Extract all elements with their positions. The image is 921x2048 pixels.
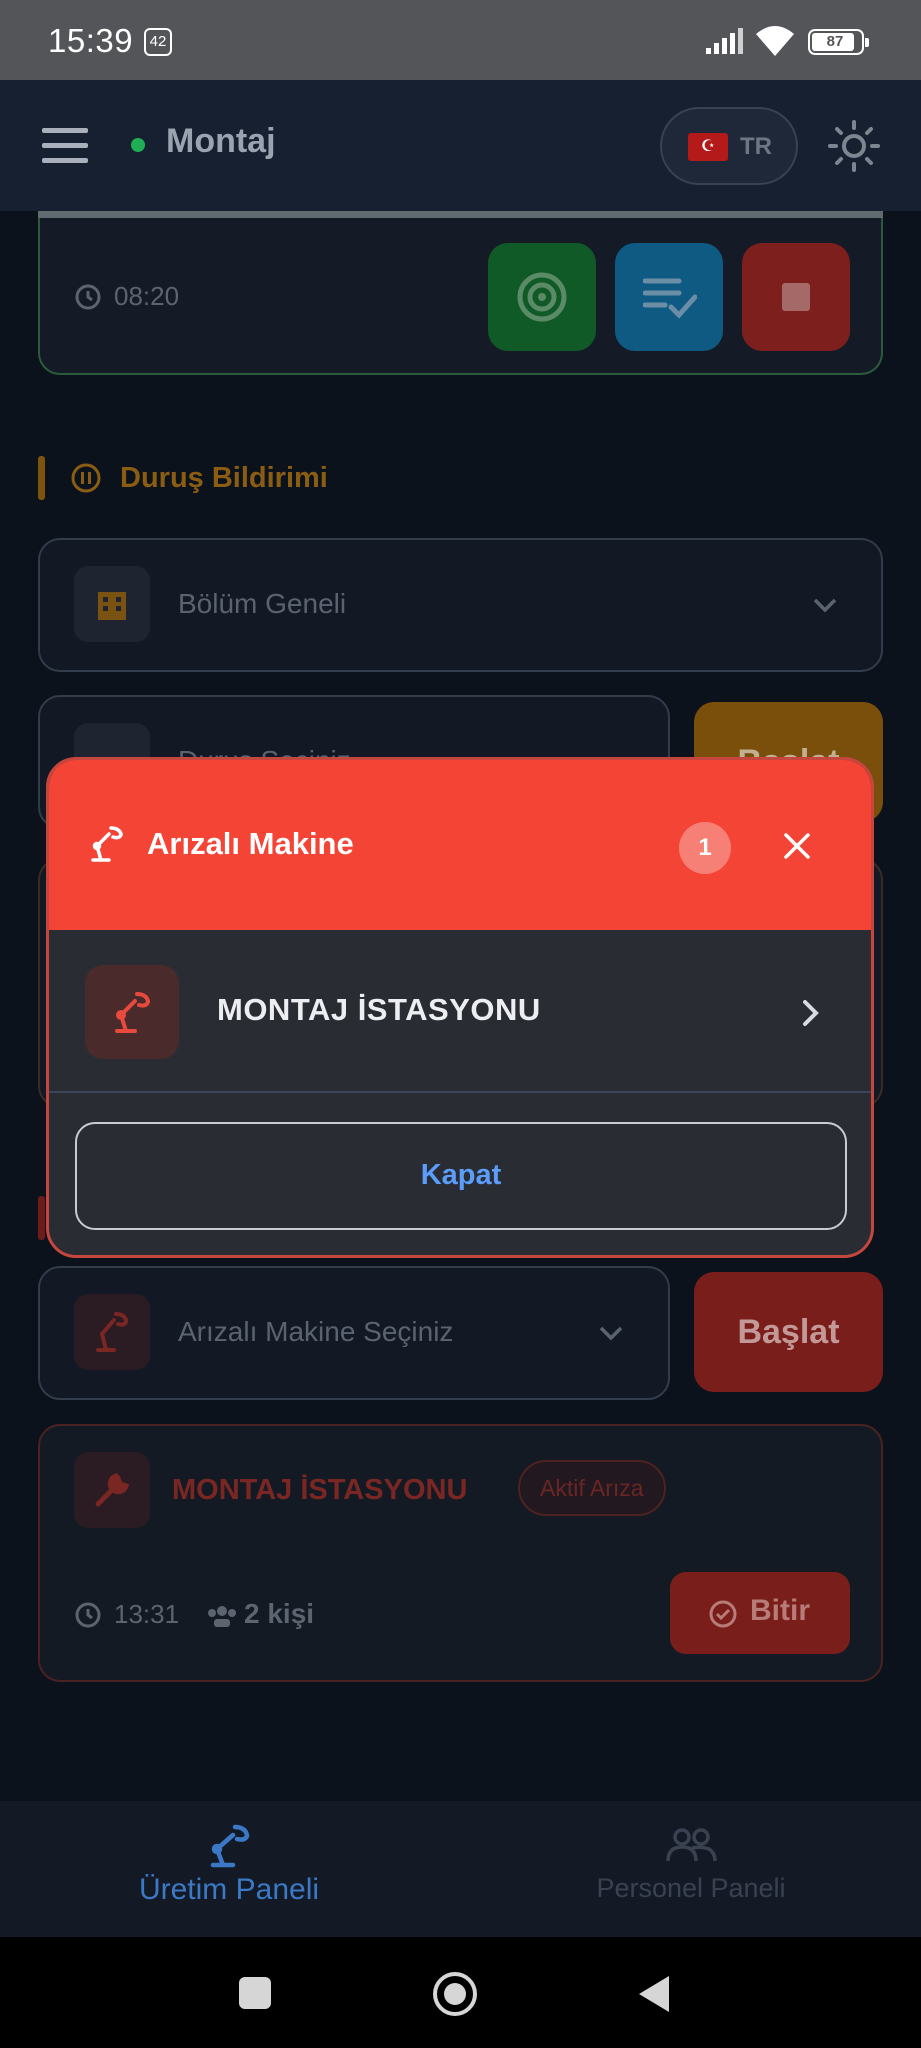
finish-label: Bitir <box>750 1594 810 1627</box>
system-nav-bar <box>0 1937 921 2048</box>
faulty-machine-dialog: Arızalı Makine 1 MONTAJ İSTASYONU Kapat <box>46 757 874 1258</box>
wifi-icon <box>756 26 794 56</box>
department-select[interactable]: Bölüm Geneli <box>38 538 883 672</box>
people-icon <box>666 1828 717 1862</box>
signal-icon <box>706 28 743 54</box>
wrench-icon <box>74 1452 150 1528</box>
active-fault-machine: MONTAJ İSTASYONU <box>172 1474 468 1506</box>
dialog-count-badge: 1 <box>679 822 731 874</box>
people-icon <box>208 1606 236 1627</box>
fault-machine-select[interactable]: Arızalı Makine Seçiniz <box>38 1266 670 1400</box>
page-title: Montaj <box>166 122 276 160</box>
language-button[interactable]: ☪ TR <box>660 107 798 185</box>
dialog-machine-item[interactable]: MONTAJ İSTASYONU <box>49 930 871 1093</box>
robot-arm-icon <box>85 965 179 1059</box>
home-icon[interactable] <box>432 1971 478 2017</box>
dialog-title: Arızalı Makine <box>147 826 354 861</box>
active-fault-card: MONTAJ İSTASYONU Aktif Arıza 13:31 2 kiş… <box>38 1424 883 1682</box>
checklist-icon <box>643 278 697 319</box>
language-label: TR <box>740 133 772 160</box>
status-bar: 15:39 42 87 <box>0 0 921 80</box>
battery-level: 87 <box>826 33 844 50</box>
nav-item-personnel[interactable]: Personel Paneli <box>570 1827 812 1904</box>
close-icon[interactable] <box>781 830 813 862</box>
active-job-card: 08:20 <box>38 211 883 375</box>
stop-icon <box>782 283 810 311</box>
stop-report-title: Duruş Bildirimi <box>120 462 328 494</box>
building-icon <box>74 566 150 642</box>
chevron-right-icon <box>803 1000 819 1026</box>
checklist-button[interactable] <box>615 243 723 351</box>
dialog-close-button[interactable]: Kapat <box>75 1122 847 1230</box>
dialog-machine-name: MONTAJ İSTASYONU <box>217 992 541 1027</box>
pause-icon <box>71 463 101 493</box>
fault-start-button[interactable]: Başlat <box>694 1272 883 1392</box>
recents-icon[interactable] <box>239 1977 271 2009</box>
clock-icon <box>75 1602 101 1628</box>
radar-icon <box>517 272 567 322</box>
robot-arm-icon <box>210 1824 250 1868</box>
back-icon[interactable] <box>636 1973 672 2015</box>
job-time: 08:20 <box>114 281 180 311</box>
nav-label-production: Üretim Paneli <box>138 1873 320 1906</box>
active-fault-badge: Aktif Arıza <box>518 1460 666 1516</box>
radar-button[interactable] <box>488 243 596 351</box>
robot-arm-icon <box>91 826 123 862</box>
chevron-down-icon <box>599 1326 623 1341</box>
chevron-down-icon <box>813 598 837 613</box>
menu-icon[interactable] <box>42 128 88 164</box>
department-select-label: Bölüm Geneli <box>178 588 347 619</box>
finish-button[interactable]: Bitir <box>670 1572 850 1654</box>
fault-machine-select-label: Arızalı Makine Seçiniz <box>178 1316 454 1347</box>
status-dot <box>131 138 145 152</box>
turkey-flag-icon: ☪ <box>688 133 728 161</box>
fault-section-accent <box>38 1196 45 1240</box>
bottom-nav: Üretim Paneli Personel Paneli <box>0 1801 921 1937</box>
section-accent <box>38 456 45 500</box>
fault-people: 2 kişi <box>244 1598 315 1629</box>
battery-icon: 87 <box>808 29 869 55</box>
check-circle-icon <box>709 1600 737 1628</box>
theme-toggle-icon[interactable] <box>828 120 880 172</box>
nav-label-personnel: Personel Paneli <box>596 1873 786 1903</box>
clock-icon <box>75 284 101 310</box>
status-time: 15:39 <box>48 22 134 59</box>
fault-time: 13:31 <box>114 1599 180 1629</box>
app-bar: Montaj ☪ TR <box>0 80 921 211</box>
stop-button[interactable] <box>742 243 850 351</box>
dialog-header: Arızalı Makine 1 <box>49 760 871 930</box>
notification-count: 42 <box>144 28 172 56</box>
robot-arm-icon <box>74 1294 150 1370</box>
nav-item-production[interactable]: Üretim Paneli <box>118 1823 340 1907</box>
